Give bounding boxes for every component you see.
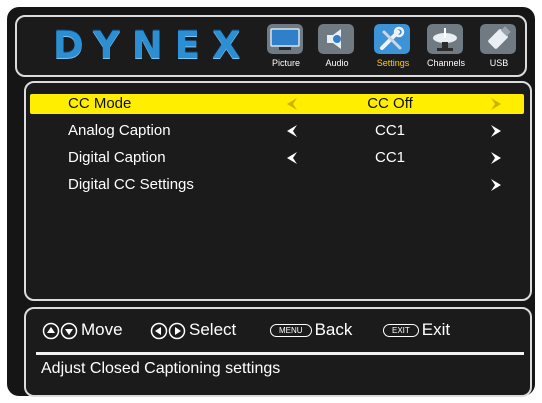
up-down-arrows-icon bbox=[42, 322, 78, 339]
tab-picture[interactable]: Picture bbox=[261, 22, 311, 72]
menu-row-value: CC1 bbox=[374, 122, 405, 139]
menu-row-digital-caption[interactable]: Digital Caption CC1 bbox=[30, 148, 524, 168]
divider bbox=[36, 352, 524, 355]
help-select: Select bbox=[150, 318, 236, 342]
tab-usb[interactable]: USB bbox=[474, 22, 524, 72]
help-exit: EXIT Exit bbox=[383, 318, 450, 342]
help-back-label: Back bbox=[314, 320, 353, 339]
arrow-right-icon[interactable] bbox=[489, 178, 503, 192]
arrow-right-icon[interactable] bbox=[489, 97, 503, 111]
menu-row-cc-mode[interactable]: CC Mode CC Off bbox=[30, 94, 524, 114]
menu-row-label: CC Mode bbox=[68, 95, 132, 112]
brand-logo: DYNEX bbox=[53, 24, 253, 67]
speaker-icon bbox=[318, 24, 354, 54]
usb-drive-icon bbox=[480, 24, 516, 54]
tab-audio[interactable]: Audio bbox=[312, 22, 362, 72]
satellite-dish-icon bbox=[427, 24, 463, 54]
tools-icon bbox=[374, 24, 410, 54]
menu-row-value: CC1 bbox=[374, 149, 405, 166]
left-right-arrows-icon bbox=[150, 322, 186, 339]
tv-icon bbox=[267, 24, 303, 54]
tab-label: Audio bbox=[325, 58, 349, 68]
arrow-left-icon[interactable] bbox=[285, 124, 299, 138]
tab-channels[interactable]: Channels bbox=[421, 22, 471, 72]
arrow-left-icon[interactable] bbox=[285, 97, 299, 111]
menu-row-label: Digital CC Settings bbox=[68, 176, 194, 193]
tab-settings[interactable]: Settings bbox=[368, 22, 418, 72]
menu-key-icon: MENU bbox=[270, 324, 312, 338]
exit-key-icon: EXIT bbox=[383, 324, 419, 338]
help-select-label: Select bbox=[189, 320, 237, 339]
help-back: MENU Back bbox=[270, 318, 352, 342]
help-description: Adjust Closed Captioning settings bbox=[41, 360, 281, 377]
arrow-right-icon[interactable] bbox=[489, 151, 503, 165]
menu-row-value: CC Off bbox=[367, 95, 413, 112]
menu-row-label: Digital Caption bbox=[68, 149, 166, 166]
help-move-label: Move bbox=[81, 320, 123, 339]
tab-label: USB bbox=[489, 58, 509, 68]
arrow-right-icon[interactable] bbox=[489, 124, 503, 138]
menu-row-analog-caption[interactable]: Analog Caption CC1 bbox=[30, 121, 524, 141]
arrow-left-icon[interactable] bbox=[285, 151, 299, 165]
help-exit-label: Exit bbox=[421, 320, 451, 339]
help-move: Move bbox=[42, 318, 123, 342]
menu-row-label: Analog Caption bbox=[68, 122, 171, 139]
menu-row-digital-cc-settings[interactable]: Digital CC Settings bbox=[30, 175, 524, 195]
